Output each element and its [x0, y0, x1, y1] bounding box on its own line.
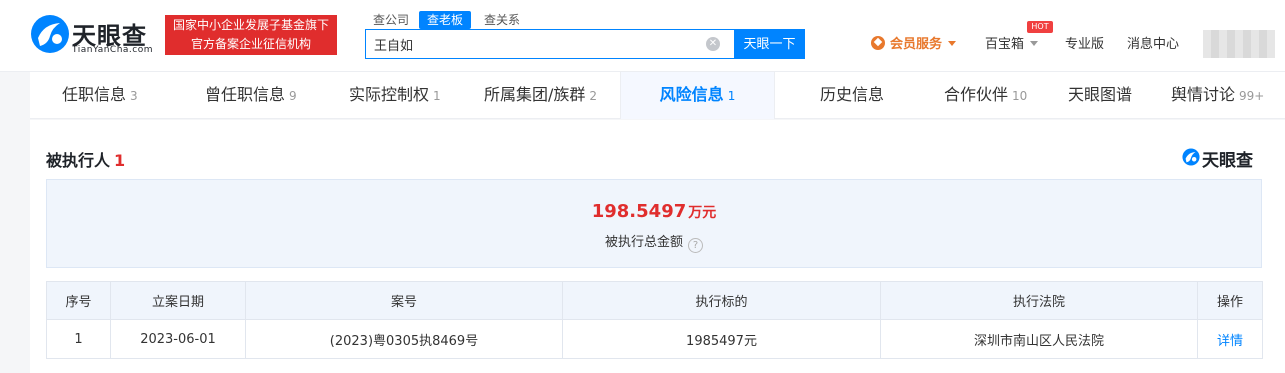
- tab-label: 所属集团/族群: [484, 85, 586, 104]
- col-header-amount: 执行标的: [562, 281, 881, 320]
- vip-label: 会员服务: [890, 37, 943, 52]
- baobao-menu[interactable]: 百宝箱: [985, 36, 1039, 54]
- tab-label: 实际控制权: [349, 85, 430, 104]
- tab-count: 1: [433, 89, 441, 103]
- logo-mark-icon: [31, 15, 69, 53]
- tab-label: 合作伙伴: [944, 85, 1009, 104]
- total-amount-value: 198.5497: [591, 201, 687, 222]
- logo-domain: TianYanCha.com: [72, 45, 154, 55]
- search-box: ✕: [365, 29, 735, 59]
- col-header-case-no: 案号: [245, 281, 563, 320]
- tab-label: 天眼图谱: [1068, 85, 1133, 104]
- vip-icon: [871, 36, 885, 50]
- hot-badge: HOT: [1027, 21, 1053, 33]
- logo-mark-icon: [1182, 148, 1200, 166]
- section-title: 被执行人 1: [46, 147, 125, 171]
- watermark-text: 天眼查: [1202, 151, 1253, 171]
- total-amount-summary: 198.5497 万元 被执行总金额?: [46, 179, 1262, 268]
- search-button[interactable]: 天眼一下: [734, 29, 805, 59]
- tab-graph[interactable]: 天眼图谱: [1068, 72, 1132, 119]
- tab-count: 1: [727, 89, 736, 103]
- tab-past-positions[interactable]: 曾任职信息 9: [205, 72, 297, 119]
- executed-person-section: 被执行人 1 天眼查 198.5497 万元 被执行总金额? 序号 立案日期 案号 …: [30, 120, 1285, 373]
- question-icon[interactable]: ?: [688, 238, 703, 253]
- tab-count: 3: [130, 89, 138, 103]
- cell-court: 深圳市南山区人民法院: [880, 319, 1198, 359]
- cell-amount: 1985497元: [562, 319, 881, 359]
- tab-label: 曾任职信息: [205, 85, 286, 104]
- total-amount-label: 被执行总金额: [604, 235, 683, 250]
- section-title-text: 被执行人: [46, 151, 111, 170]
- cell-case-no: (2023)粤0305执8469号: [245, 319, 563, 359]
- clear-icon[interactable]: ✕: [706, 37, 720, 51]
- search-tab-company[interactable]: 查公司: [373, 11, 409, 29]
- tab-actual-control[interactable]: 实际控制权 1: [349, 72, 441, 119]
- chevron-down-icon: [1030, 41, 1039, 46]
- search-tab-boss[interactable]: 查老板: [419, 11, 472, 29]
- tab-label: 任职信息: [62, 85, 127, 104]
- table-row: 1 2023-06-01 (2023)粤0305执8469号 1985497元 …: [46, 319, 1263, 359]
- tab-group[interactable]: 所属集团/族群 2: [484, 72, 597, 119]
- tab-current-positions[interactable]: 任职信息 3: [62, 72, 138, 119]
- vip-service-menu[interactable]: 会员服务: [871, 36, 957, 54]
- pro-version-link[interactable]: 专业版: [1065, 36, 1104, 54]
- user-avatar[interactable]: [1203, 30, 1275, 58]
- tab-count: 10: [1012, 89, 1028, 103]
- tab-risk-info[interactable]: 风险信息 1: [620, 72, 775, 119]
- detail-link[interactable]: 详情: [1197, 319, 1263, 359]
- total-amount: 198.5497 万元: [47, 201, 1261, 222]
- total-amount-unit: 万元: [688, 205, 717, 221]
- chevron-down-icon: [948, 41, 957, 46]
- tab-label: 舆情讨论: [1171, 85, 1236, 104]
- cell-date: 2023-06-01: [110, 319, 246, 359]
- slogan-line-2: 官方备案企业征信机构: [190, 37, 311, 51]
- top-header: 天眼查 TianYanCha.com 国家中小企业发展子基金旗下 官方备案企业征…: [0, 0, 1285, 72]
- tab-partners[interactable]: 合作伙伴 10: [944, 72, 1027, 119]
- slogan-line-1: 国家中小企业发展子基金旗下: [172, 18, 329, 32]
- tab-label: 风险信息: [659, 85, 724, 104]
- message-center-link[interactable]: 消息中心: [1127, 36, 1179, 54]
- col-header-court: 执行法院: [880, 281, 1198, 320]
- baobao-label: 百宝箱: [985, 37, 1025, 52]
- search-input[interactable]: [374, 30, 694, 58]
- tianyancha-logo[interactable]: 天眼查 TianYanCha.com: [30, 14, 156, 56]
- total-amount-label-row: 被执行总金额?: [47, 231, 1261, 253]
- tab-count: 99+: [1239, 89, 1265, 103]
- tab-history[interactable]: 历史信息: [820, 72, 884, 119]
- tab-count: 9: [289, 89, 297, 103]
- search-tab-relation[interactable]: 查关系: [484, 11, 520, 29]
- tab-public-opinion[interactable]: 舆情讨论 99+: [1171, 72, 1264, 119]
- tab-label: 历史信息: [820, 85, 885, 104]
- table-header-row: 序号 立案日期 案号 执行标的 执行法院 操作: [46, 281, 1263, 320]
- tab-count: 2: [589, 89, 598, 103]
- dimension-tabs: 任职信息 3 曾任职信息 9 实际控制权 1 所属集团/族群 2 风险信息 1 历史信息 …: [30, 72, 1285, 119]
- cell-index: 1: [46, 319, 111, 359]
- col-header-date: 立案日期: [110, 281, 246, 320]
- col-header-index: 序号: [46, 281, 111, 320]
- executed-person-table: 序号 立案日期 案号 执行标的 执行法院 操作 1 2023-06-01 (20…: [46, 281, 1263, 359]
- watermark-logo: 天眼查: [1182, 146, 1264, 171]
- section-count: 1: [114, 151, 126, 170]
- col-header-action: 操作: [1197, 281, 1263, 320]
- slogan-banner: 国家中小企业发展子基金旗下 官方备案企业征信机构: [165, 15, 337, 55]
